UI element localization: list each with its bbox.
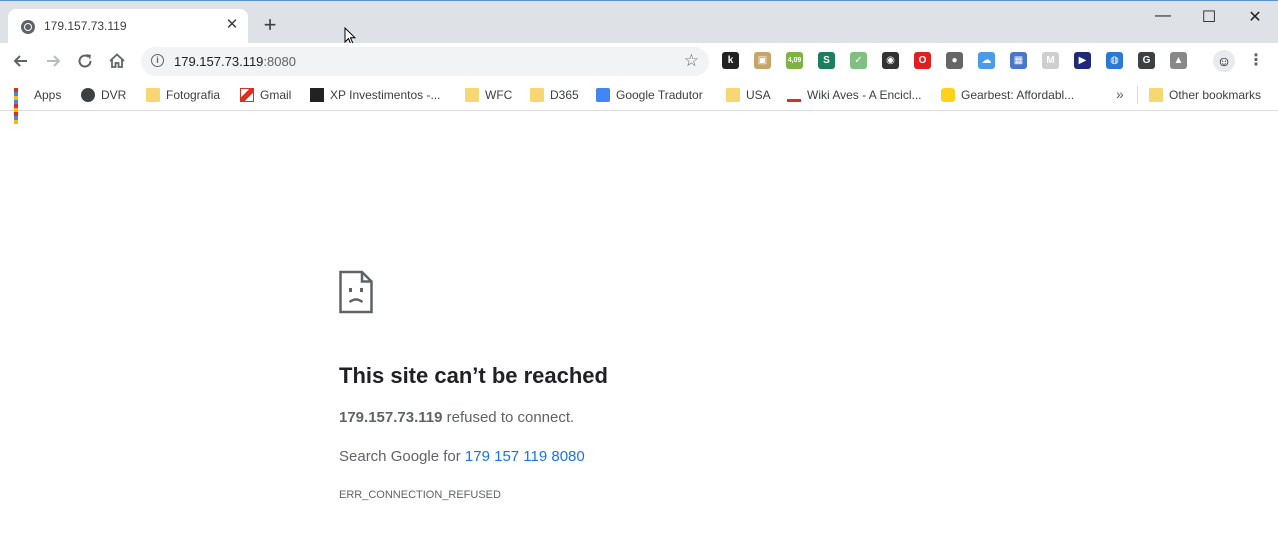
bookmarks-separator	[1137, 86, 1138, 104]
bookmark-item[interactable]: Gmail	[240, 86, 291, 104]
bookmark-label: XP Investimentos -...	[330, 88, 441, 102]
bookmark-label: Gmail	[260, 88, 292, 102]
error-host: 179.157.73.119	[339, 409, 443, 426]
title-bar: 179.157.73.119 ✕ + — ☐ ✕	[0, 0, 1278, 46]
profile-avatar[interactable]: ☺	[1213, 50, 1235, 72]
bookmark-label: Gearbest: Affordabl...	[961, 88, 1075, 102]
tab-title: 179.157.73.119	[44, 19, 127, 33]
g-icon[interactable]: G	[1138, 52, 1155, 69]
tab-close-icon[interactable]: ✕	[224, 17, 240, 33]
folder-icon	[465, 88, 479, 102]
bookmark-label: Apps	[34, 88, 62, 102]
address-bar[interactable]: i 179.157.73.119:8080 ☆	[141, 47, 709, 76]
home-button[interactable]	[106, 50, 128, 72]
bookmark-item[interactable]: Fotografia	[146, 86, 220, 104]
search-google-link[interactable]: 179 157 119 8080	[465, 448, 585, 465]
toolbar: i 179.157.73.119:8080 ☆ k ▣ 4,09 S ✓ ◉ O ● ☁ ▦ M ▶ ◍…	[0, 43, 1278, 80]
bookmark-label: DVR	[101, 88, 127, 102]
bookmark-label: D365	[550, 88, 579, 102]
folder-icon	[726, 88, 740, 102]
bookmarks-bar: Apps DVR Fotografia Gmail XP Investimentos -…	[0, 80, 1278, 124]
error-heading: This site can’t be reached	[339, 363, 608, 388]
active-tab[interactable]: 179.157.73.119 ✕	[8, 9, 248, 44]
cloud-icon[interactable]: ☁	[978, 52, 995, 69]
calendar-icon[interactable]: ▦	[1010, 52, 1027, 69]
reload-button[interactable]	[74, 50, 96, 72]
bookmark-item[interactable]: USA	[726, 86, 771, 104]
camera-icon[interactable]: ◉	[882, 52, 899, 69]
m-icon[interactable]: M	[1042, 52, 1059, 69]
bookmark-item[interactable]: Apps	[14, 86, 62, 124]
android-badge-icon[interactable]: 4,09	[786, 52, 803, 69]
translate-icon	[596, 88, 610, 102]
sad-page-icon	[339, 270, 373, 314]
drive-icon[interactable]: ▲	[1170, 52, 1187, 69]
error-refused-text: refused to connect.	[442, 409, 575, 426]
bookmark-item[interactable]: Gearbest: Affordabl...	[941, 86, 1074, 104]
apps-grid-icon	[14, 88, 28, 124]
gearbest-icon	[941, 88, 955, 102]
minimize-button[interactable]: —	[1151, 7, 1175, 27]
arrow-right-icon	[47, 55, 61, 67]
new-tab-button[interactable]: +	[260, 14, 280, 36]
bookmark-star-icon[interactable]: ☆	[684, 51, 699, 71]
tray-icon[interactable]: ✓	[850, 52, 867, 69]
reload-icon	[78, 54, 92, 68]
error-message: 179.157.73.119 refused to connect.	[339, 409, 574, 426]
bookmark-item[interactable]: Google Tradutor	[596, 86, 703, 104]
other-bookmarks-label: Other bookmarks	[1169, 88, 1262, 102]
k-icon[interactable]: k	[722, 52, 739, 69]
folder-icon	[1149, 88, 1163, 102]
e-icon	[81, 88, 95, 102]
url-port: :8080	[263, 54, 296, 69]
url-text[interactable]: 179.157.73.119:8080	[174, 54, 296, 69]
forward-button[interactable]	[42, 50, 64, 72]
xp-icon	[310, 88, 324, 102]
bookmark-label: Fotografia	[166, 88, 221, 102]
opera-icon[interactable]: O	[914, 52, 931, 69]
globe-icon	[21, 20, 35, 34]
more-bookmarks-icon[interactable]: »	[1116, 86, 1124, 102]
bookmark-label: USA	[746, 88, 771, 102]
bookmark-label: Google Tradutor	[616, 88, 703, 102]
bookmark-item[interactable]: DVR	[81, 86, 126, 104]
bookmark-label: Wiki Aves - A Encicl...	[807, 88, 922, 102]
wiki-icon	[787, 88, 801, 102]
close-window-button[interactable]: ✕	[1243, 7, 1267, 27]
globe-icon[interactable]: ◍	[1106, 52, 1123, 69]
search-prefix: Search Google for	[339, 448, 465, 465]
gmail-icon	[240, 88, 254, 102]
folder-icon	[530, 88, 544, 102]
s-icon[interactable]: S	[818, 52, 835, 69]
bookmark-item[interactable]: XP Investimentos -...	[310, 86, 441, 104]
folder-icon	[146, 88, 160, 102]
error-code: ERR_CONNECTION_REFUSED	[339, 489, 501, 501]
arrow-left-icon	[13, 55, 27, 67]
home-icon	[109, 53, 125, 68]
play-icon[interactable]: ▶	[1074, 52, 1091, 69]
bookmark-item[interactable]: WFC	[465, 86, 512, 104]
maximize-button[interactable]: ☐	[1197, 7, 1221, 27]
bookmark-item[interactable]: Wiki Aves - A Encicl...	[787, 86, 921, 104]
back-button[interactable]	[10, 50, 32, 72]
bookmark-item[interactable]: D365	[530, 86, 579, 104]
info-icon[interactable]: i	[151, 54, 164, 67]
bookmark-label: WFC	[485, 88, 513, 102]
box-icon[interactable]: ▣	[754, 52, 771, 69]
search-suggestion: Search Google for 179 157 119 8080	[339, 448, 585, 465]
bulb-icon[interactable]: ●	[946, 52, 963, 69]
menu-icon[interactable]: ⋮	[1248, 51, 1264, 71]
url-host: 179.157.73.119	[174, 54, 264, 69]
other-bookmarks[interactable]: Other bookmarks	[1149, 86, 1261, 104]
